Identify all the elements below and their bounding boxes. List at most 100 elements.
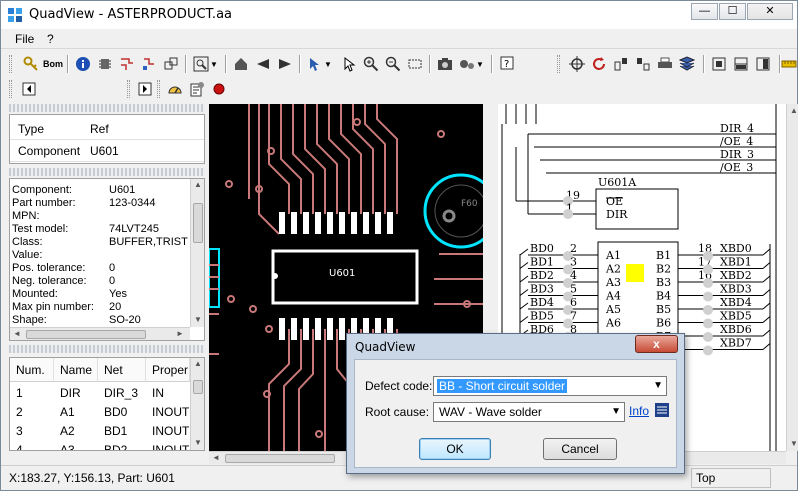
report-icon[interactable] [187, 79, 207, 99]
flip-icon[interactable] [633, 54, 653, 74]
bom-icon[interactable]: Bom [43, 54, 63, 74]
table-cell[interactable]: 3 [10, 424, 23, 438]
table-cell[interactable]: 4 [10, 443, 23, 450]
chevron-down-icon[interactable]: ▼ [323, 54, 333, 74]
arrow-left-icon[interactable] [253, 54, 273, 74]
table-cell[interactable]: IN [146, 386, 164, 400]
arrow-right-icon[interactable] [275, 54, 295, 74]
select-mode-icon[interactable] [305, 54, 325, 74]
pcb-pad [291, 318, 297, 340]
table-cell[interactable]: DIR [54, 386, 81, 400]
pin-name: A5 [605, 303, 621, 316]
defect-code-select[interactable]: BB - Short circuit solder ▼ [433, 376, 667, 396]
panel-left-icon[interactable] [19, 79, 39, 99]
net-label: XBD1 [720, 256, 752, 269]
menu-file[interactable]: File [15, 32, 34, 46]
list-icon[interactable] [654, 402, 670, 418]
menu-help[interactable]: ? [47, 32, 54, 46]
zoom-in-icon[interactable] [361, 54, 381, 74]
pins-vscroll[interactable]: ▲ ▼ [190, 358, 204, 450]
route-icon[interactable] [139, 54, 159, 74]
details-vscroll[interactable]: ▲ ▼ [190, 179, 204, 327]
zoom-out-icon[interactable] [383, 54, 403, 74]
detail-value: 74LVT245 [109, 223, 159, 235]
refresh-icon[interactable] [589, 54, 609, 74]
maximize-button[interactable]: ☐ [719, 3, 746, 20]
net-label: DIR_3 [720, 148, 754, 161]
table-header[interactable]: Name [54, 358, 98, 382]
toolbar-grip [9, 80, 12, 98]
table-cell[interactable]: BD2 [98, 443, 127, 450]
root-cause-select[interactable]: WAV - Wave solder ▼ [433, 402, 625, 422]
table-cell[interactable]: INOUT [146, 405, 189, 419]
table-cell[interactable]: DIR_3 [98, 386, 138, 400]
house-icon[interactable] [231, 54, 251, 74]
net-icon[interactable] [117, 54, 137, 74]
zoom-view-icon[interactable] [191, 54, 211, 74]
info-link[interactable]: Info [629, 404, 649, 418]
detail-key: Pos. tolerance: [12, 262, 86, 274]
table-header[interactable]: Num. [10, 358, 54, 382]
net-label: BD2 [530, 269, 554, 282]
settings-icon[interactable] [457, 54, 477, 74]
key-icon[interactable] [21, 54, 41, 74]
panel-grip[interactable] [9, 104, 205, 112]
component-row[interactable]: Type Ref [10, 118, 204, 140]
window-tile-icon[interactable] [753, 54, 773, 74]
panel-right-icon[interactable] [135, 79, 155, 99]
chevron-down-icon: ▼ [653, 380, 663, 391]
pcb-pad [303, 212, 309, 234]
pin-name: DIR [606, 208, 628, 221]
layers-icon[interactable] [161, 54, 181, 74]
table-cell[interactable]: BD0 [98, 405, 127, 419]
chevron-down-icon[interactable]: ▼ [475, 54, 485, 74]
status-side: Top [691, 468, 771, 488]
table-cell[interactable]: BD1 [98, 424, 127, 438]
table-cell[interactable]: A1 [54, 405, 75, 419]
bus-entry [519, 302, 529, 310]
schematic-vscroll[interactable]: ▲ ▼ [786, 104, 798, 451]
table-cell[interactable]: A2 [54, 424, 75, 438]
details-hscroll[interactable]: ◄ ► [10, 327, 190, 340]
close-button[interactable]: ✕ [747, 3, 793, 20]
table-cell[interactable]: INOUT [146, 424, 189, 438]
chip-icon[interactable] [95, 54, 115, 74]
info-icon[interactable] [73, 54, 93, 74]
table-cell[interactable]: 1 [10, 386, 23, 400]
window-split-icon[interactable] [731, 54, 751, 74]
fit-icon[interactable] [709, 54, 729, 74]
pointer-icon[interactable] [339, 54, 359, 74]
gauge-icon[interactable] [165, 79, 185, 99]
table-cell[interactable]: 2 [10, 405, 23, 419]
component-row[interactable]: Component U601 [10, 140, 204, 162]
pin-marker [703, 305, 713, 315]
pcb-pad [339, 318, 345, 340]
table-cell[interactable]: A3 [54, 443, 75, 450]
cancel-button[interactable]: Cancel [543, 438, 617, 460]
net-label: BD5 [530, 310, 554, 323]
pcb-pad [315, 318, 321, 340]
minimize-button[interactable]: — [691, 3, 718, 20]
crosshair-icon[interactable] [567, 54, 587, 74]
dialog-close-button[interactable]: x [635, 335, 678, 353]
camera-icon[interactable] [435, 54, 455, 74]
mirror-icon[interactable] [611, 54, 631, 74]
pcb-pad [339, 212, 345, 234]
help-icon[interactable]: ? [497, 54, 517, 74]
record-icon[interactable] [209, 79, 229, 99]
ruler-icon[interactable] [779, 54, 798, 74]
panel-grip[interactable] [9, 168, 205, 176]
component-value: Ref [90, 122, 109, 136]
bus-entry [519, 262, 529, 269]
table-cell[interactable]: INOUT [146, 443, 189, 450]
bus-entry [762, 275, 771, 283]
panel-grip[interactable] [9, 345, 205, 353]
stack-icon[interactable] [677, 54, 697, 74]
chevron-down-icon[interactable]: ▼ [209, 54, 219, 74]
pcb-pad [351, 212, 357, 234]
zoom-box-icon[interactable] [405, 54, 425, 74]
ok-button[interactable]: OK [419, 438, 491, 460]
table-header[interactable]: Net [98, 358, 146, 382]
print-icon[interactable] [655, 54, 675, 74]
table-header[interactable]: Proper [146, 358, 190, 382]
